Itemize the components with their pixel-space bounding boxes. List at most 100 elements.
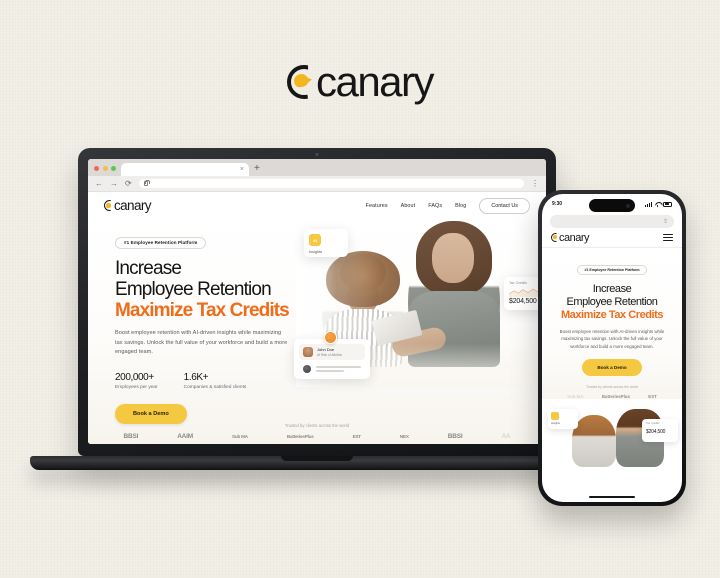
client-logo: BatteriesPlus [286, 434, 314, 439]
maximize-window-button[interactable] [111, 166, 116, 171]
minimize-window-button[interactable] [102, 166, 108, 171]
site-logo[interactable]: canary [104, 198, 152, 213]
canary-bird-logo-icon [104, 200, 115, 211]
phone-book-a-demo-button[interactable]: Book a Demo [582, 359, 642, 377]
browser-menu-icon[interactable]: ⋮ [531, 179, 539, 188]
share-icon[interactable]: ⇪ [663, 219, 668, 225]
lock-icon [143, 179, 151, 186]
phone-hero-title-line1: Increase [592, 283, 632, 295]
reload-icon[interactable]: ⟳ [125, 179, 132, 188]
site-header: canary Features About FAQs Blog Contact … [88, 192, 546, 219]
phone-hero-title-line2: Employee Retention [566, 296, 658, 309]
trusted-section: Trusted by clients across the world BBSI… [88, 423, 546, 440]
phone-hero-badge: #1 Employee Retention Platform [577, 265, 647, 275]
phone-screen: 9:30 ⇪ canary #1 Employee Retention Plat… [542, 194, 682, 502]
close-window-button[interactable] [94, 166, 99, 171]
insights-label: Insights [551, 422, 560, 426]
new-tab-icon[interactable]: + [254, 164, 260, 176]
forward-icon[interactable]: → [110, 179, 118, 188]
back-icon[interactable]: ← [95, 179, 103, 188]
phone-site-logo[interactable]: canary [551, 231, 590, 244]
browser-tab[interactable]: × [121, 163, 249, 176]
ai-icon [551, 412, 559, 421]
employee-risk-card: John Doe At Risk of Attrition [294, 331, 370, 379]
stat-companies: 1.6K+ Companies & satisfied clients [184, 372, 247, 390]
stat-value: 200,000+ [115, 372, 154, 384]
hero-title-line2: Employee Retention [115, 278, 272, 300]
phone-hero-section: #1 Employee Retention Platform Increase … [542, 248, 682, 400]
client-logo: EST [352, 434, 362, 439]
person-photo-left [572, 415, 616, 468]
avatar [303, 347, 313, 357]
tax-credits-label: Tax Credits [646, 422, 660, 426]
wifi-icon [655, 202, 661, 207]
phone-hero-subtitle: Boost employee retention with AI-driven … [559, 328, 665, 349]
phone-trusted-caption: Trusted by clients across the world [585, 385, 639, 390]
status-icons [644, 201, 672, 207]
phone-hero-illustration: Insights Tax Credits $204,500 [542, 405, 682, 468]
phone-address-bar[interactable]: ⇪ [550, 215, 674, 228]
nav-item-features[interactable]: Features [366, 203, 388, 209]
employee-row: John Doe At Risk of Attrition [299, 344, 365, 360]
stat-value: 1.6K+ [183, 372, 209, 384]
front-camera-icon [626, 203, 630, 208]
stat-employees: 200,000+ Employees per year [115, 372, 158, 390]
battery-icon [663, 201, 672, 207]
close-tab-icon[interactable]: × [240, 166, 244, 173]
laptop-screen: × + ← → ⟳ ⋮ canary Features About FAQs B… [88, 159, 546, 444]
nav-item-faqs[interactable]: FAQs [428, 203, 442, 209]
insights-label: Insights [309, 250, 323, 254]
client-logo: EST [648, 394, 657, 400]
phone-hero-title-line3: Maximize Tax Credits [560, 309, 664, 322]
contact-us-button[interactable]: Contact Us [479, 197, 530, 214]
client-logo: AA [501, 433, 511, 440]
employee-status: At Risk of Attrition [317, 353, 343, 357]
client-logo: Sub MA [231, 434, 248, 439]
phone-ai-insights-card: Insights [548, 409, 578, 430]
alert-badge-icon [324, 331, 337, 344]
placeholder-bars [316, 366, 361, 372]
hero-title-line3: Maximize Tax Credits [115, 300, 290, 322]
phone-hero-title: Increase Employee Retention Maximize Tax… [552, 283, 672, 323]
trusted-caption: Trusted by clients across the world [284, 423, 350, 428]
dynamic-island [589, 199, 635, 212]
site-navigation: Features About FAQs Blog Contact Us [366, 197, 530, 214]
book-a-demo-button[interactable]: Book a Demo [115, 404, 187, 425]
browser-toolbar: ← → ⟳ ⋮ [88, 176, 546, 192]
address-bar[interactable] [138, 179, 524, 188]
client-logo: AAIM [177, 433, 193, 440]
window-controls[interactable] [94, 166, 116, 176]
hero-content: #1 Employee Retention Platform Increase … [115, 231, 320, 425]
phone-client-logo-strip: Sub MA BatteriesPlus EST [552, 394, 672, 399]
laptop-trackpad-notch [281, 456, 353, 461]
phone-site-header: canary [542, 228, 682, 248]
hero-illustration: AI Insights Tax Credits $204,500 John Do… [294, 219, 546, 387]
laptop-lid: × + ← → ⟳ ⋮ canary Features About FAQs B… [78, 148, 556, 456]
employee-name: John Doe [317, 347, 335, 352]
laptop-camera-icon [315, 153, 319, 156]
client-logo: BBSI [123, 433, 139, 440]
hero-section: #1 Employee Retention Platform Increase … [88, 219, 546, 444]
ai-insights-card: AI Insights [304, 229, 348, 257]
laptop-base [30, 456, 604, 470]
client-logo: NEX [399, 434, 409, 439]
canary-bird-logo-icon [286, 65, 321, 99]
hero-subtitle: Boost employee retention with AI-driven … [115, 329, 288, 356]
hero-title-line1: Increase [115, 257, 182, 279]
brand-name: canary [315, 58, 435, 105]
hero-stats: 200,000+ Employees per year 1.6K+ Compan… [115, 372, 320, 390]
client-logo: Sub MA [567, 394, 584, 400]
canary-bird-logo-icon [551, 233, 560, 242]
stat-caption: Companies & satisfied clients [183, 385, 247, 391]
stat-caption: Employees per year [115, 385, 158, 391]
nav-item-about[interactable]: About [401, 203, 416, 209]
hero-title: Increase Employee Retention Maximize Tax… [115, 258, 320, 322]
employee-row-placeholder [299, 365, 365, 373]
website-viewport: canary Features About FAQs Blog Contact … [88, 192, 546, 444]
phone-logo-text: canary [559, 231, 590, 244]
nav-item-blog[interactable]: Blog [455, 203, 466, 209]
hero-badge: #1 Employee Retention Platform [115, 236, 207, 249]
ai-icon: AI [309, 234, 321, 246]
hamburger-menu-icon[interactable] [663, 233, 673, 242]
coin-icon [303, 365, 311, 373]
